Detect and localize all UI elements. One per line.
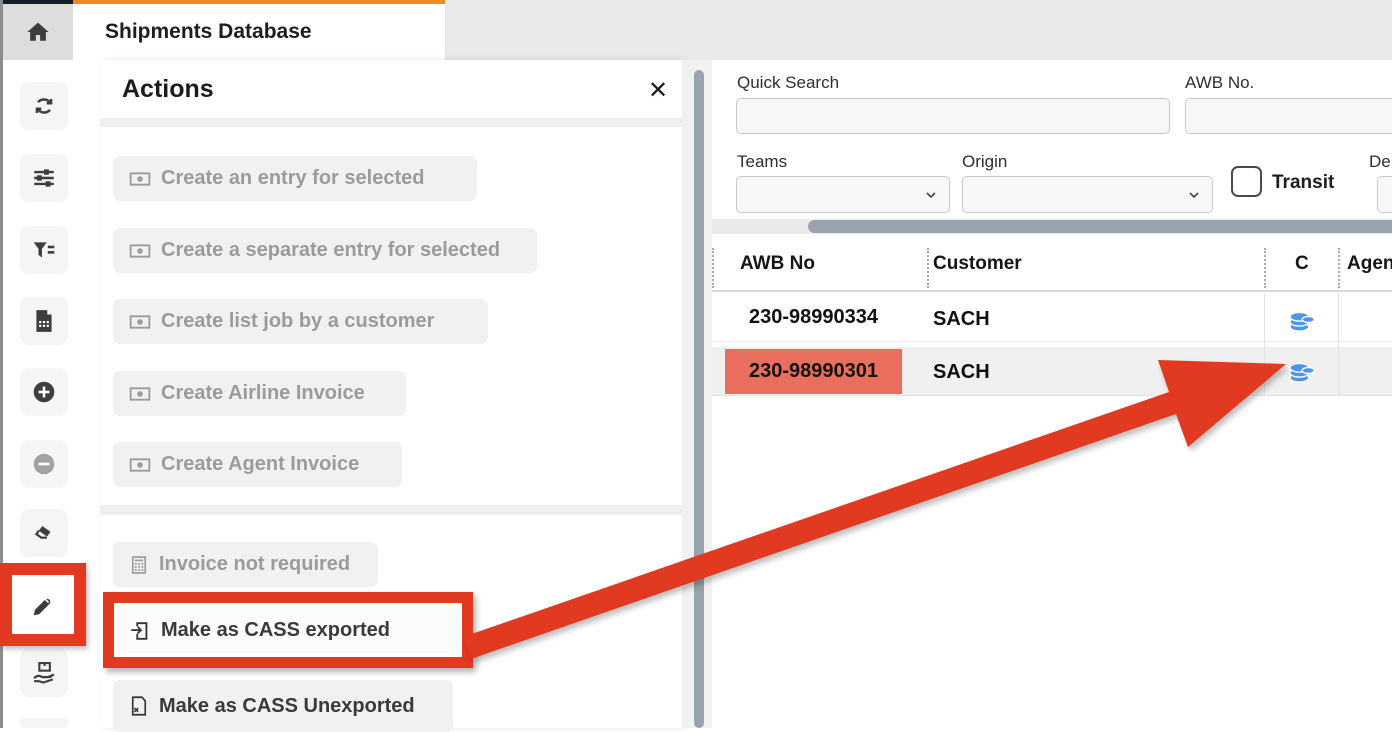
action-label: Create Agent Invoice xyxy=(161,453,359,476)
action-make-cass-exported-button[interactable]: Make as CASS exported xyxy=(113,608,458,653)
header-bottom-border xyxy=(712,290,1392,292)
column-separator xyxy=(927,248,929,288)
action-make-cass-unexported-button[interactable]: Make as CASS Unexported xyxy=(113,680,453,732)
teams-select[interactable] xyxy=(736,176,950,213)
dest-label: De xyxy=(1369,152,1391,172)
banknote-icon xyxy=(129,311,151,333)
export-into-page-icon xyxy=(129,620,151,642)
banknote-icon xyxy=(129,168,151,190)
action-label: Invoice not required xyxy=(159,553,350,576)
calculator-icon xyxy=(129,555,149,575)
coins-icon[interactable] xyxy=(1288,307,1315,334)
edit-pencil-icon xyxy=(29,591,57,619)
close-icon[interactable]: ✕ xyxy=(648,76,668,105)
awb-no-input[interactable] xyxy=(1185,98,1392,134)
teams-label: Teams xyxy=(737,152,787,172)
horizontal-scrollbar[interactable] xyxy=(808,220,1392,233)
banknote-icon xyxy=(129,240,151,262)
add-circle-icon xyxy=(31,379,57,405)
sidebar-button-filter[interactable] xyxy=(20,226,68,274)
vertical-scrollbar[interactable] xyxy=(694,70,704,728)
awb-cell[interactable]: 230-98990334 xyxy=(725,295,902,340)
remove-circle-icon xyxy=(31,451,57,477)
origin-label: Origin xyxy=(962,152,1007,172)
action-create-airline-invoice-button[interactable]: Create Airline Invoice xyxy=(113,371,406,416)
row-column-line xyxy=(1338,293,1339,396)
actions-panel: Actions ✕ Create an entry for selected C… xyxy=(100,60,682,728)
customer-cell[interactable]: SACH xyxy=(933,308,990,331)
column-header-awb-no[interactable]: AWB No xyxy=(740,253,815,275)
action-create-agent-invoice-button[interactable]: Create Agent Invoice xyxy=(113,442,402,487)
sidebar-button-spreadsheet[interactable] xyxy=(20,297,68,345)
dest-select[interactable] xyxy=(1377,176,1392,213)
home-button[interactable] xyxy=(3,4,73,60)
column-separator xyxy=(1264,248,1266,288)
column-separator xyxy=(712,248,714,288)
sidebar-button-partial[interactable] xyxy=(20,718,68,728)
sidebar-button-remove[interactable] xyxy=(20,440,68,488)
tab-shipments-database[interactable]: Shipments Database xyxy=(73,0,445,60)
row-column-line xyxy=(1264,293,1265,396)
sidebar-button-tune[interactable] xyxy=(20,154,68,202)
action-label: Make as CASS Unexported xyxy=(159,695,415,718)
awb-no-label: AWB No. xyxy=(1185,73,1254,93)
sidebar-button-hand-package[interactable] xyxy=(20,649,68,697)
quick-search-label: Quick Search xyxy=(737,73,839,93)
filter-list-icon xyxy=(31,237,57,263)
coins-icon[interactable] xyxy=(1288,358,1315,385)
eraser-icon xyxy=(31,520,57,546)
action-create-entry-button[interactable]: Create an entry for selected xyxy=(113,156,477,201)
column-header-c[interactable]: C xyxy=(1295,253,1309,275)
group-divider xyxy=(100,505,682,515)
chevron-down-icon xyxy=(1186,187,1202,203)
column-header-customer[interactable]: Customer xyxy=(933,253,1022,275)
sidebar-button-sync[interactable] xyxy=(20,82,68,130)
column-header-agent[interactable]: Agent xyxy=(1347,253,1392,275)
action-invoice-not-required-button[interactable]: Invoice not required xyxy=(113,542,378,587)
sidebar-button-add[interactable] xyxy=(20,368,68,416)
tab-title: Shipments Database xyxy=(105,20,312,44)
customer-cell[interactable]: SACH xyxy=(933,361,990,384)
awb-cell-highlighted[interactable]: 230-98990301 xyxy=(725,349,902,394)
chevron-down-icon xyxy=(923,187,939,203)
quick-search-input[interactable] xyxy=(736,98,1170,134)
tune-sliders-icon xyxy=(31,165,57,191)
action-create-list-job-button[interactable]: Create list job by a customer xyxy=(113,299,488,344)
home-icon xyxy=(23,17,53,47)
spreadsheet-file-icon xyxy=(31,308,57,334)
action-label: Create a separate entry for selected xyxy=(161,239,500,262)
sync-icon xyxy=(31,93,57,119)
action-create-separate-entry-button[interactable]: Create a separate entry for selected xyxy=(113,228,537,273)
pencil-tool-highlight-box[interactable] xyxy=(0,563,86,646)
origin-select[interactable] xyxy=(962,176,1213,213)
transit-label: Transit xyxy=(1272,172,1334,194)
banknote-icon xyxy=(129,454,151,476)
action-label: Create an entry for selected xyxy=(161,167,424,190)
transit-checkbox[interactable] xyxy=(1231,166,1262,197)
actions-panel-title: Actions xyxy=(122,75,214,104)
action-label: Make as CASS exported xyxy=(161,619,390,642)
sidebar-button-eraser[interactable] xyxy=(20,509,68,557)
banknote-icon xyxy=(129,383,151,405)
column-separator xyxy=(1338,248,1340,288)
hand-package-icon xyxy=(30,659,58,687)
page-x-icon xyxy=(129,695,149,717)
header-divider xyxy=(100,118,682,127)
action-label: Create Airline Invoice xyxy=(161,382,365,405)
action-label: Create list job by a customer xyxy=(161,310,434,333)
